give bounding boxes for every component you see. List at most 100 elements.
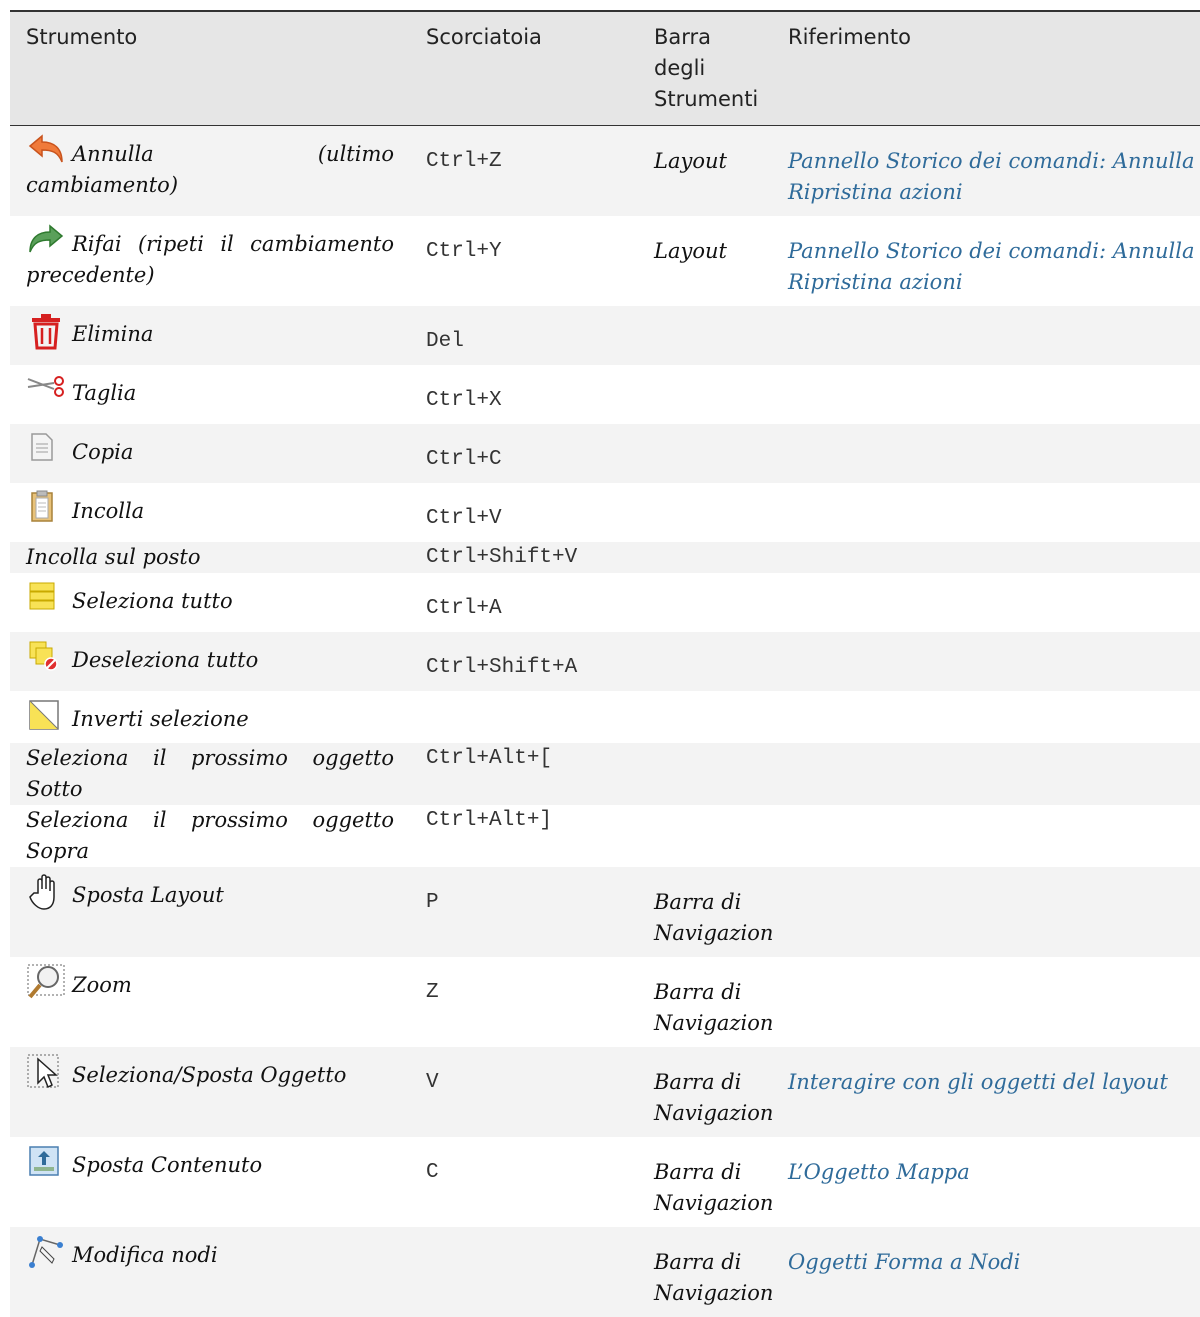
table-row: Seleziona tutto Ctrl+A <box>10 573 1200 632</box>
table-row: Deseleziona tutto Ctrl+Shift+A <box>10 632 1200 691</box>
shortcut-cell: Ctrl+X <box>426 389 502 412</box>
shortcut-cell <box>410 691 638 743</box>
tool-name: Copia <box>72 440 134 464</box>
table-row: Annulla (ultimo cambiamento) Ctrl+Z Layout… <box>10 125 1200 217</box>
reference-link[interactable]: L’Oggetto Mappa <box>788 1160 970 1184</box>
header-reference: Riferimento <box>788 25 911 49</box>
reference-cell <box>772 424 1200 483</box>
shortcut-cell: Ctrl+Z <box>426 150 502 173</box>
shortcut-cell <box>410 1227 638 1317</box>
paste-icon <box>26 489 70 527</box>
table-row: Inverti selezione <box>10 691 1200 743</box>
tool-cell: Seleziona tutto <box>10 573 410 632</box>
tool-cell: Inverti selezione <box>10 691 410 743</box>
toolbar-cell <box>638 632 772 691</box>
tool-name: Seleziona il prossimo oggetto Sopra <box>26 808 394 863</box>
reference-cell <box>772 306 1200 365</box>
select-move-icon <box>26 1053 70 1091</box>
tool-cell: Seleziona il prossimo oggetto Sopra <box>10 805 410 867</box>
shortcuts-table-container: Strumento Scorciatoia Barra degli Strume… <box>10 10 1200 1317</box>
deselect-all-icon <box>26 638 70 676</box>
reference-cell: Oggetti Forma a Nodi <box>772 1227 1200 1317</box>
tool-cell: Deseleziona tutto <box>10 632 410 691</box>
zoom-icon <box>26 963 70 1001</box>
shortcut-cell: Z <box>426 981 439 1004</box>
tool-name: Taglia <box>72 381 137 405</box>
table-row: Seleziona il prossimo oggetto Sopra Ctrl+… <box>10 805 1200 867</box>
table-row: Taglia Ctrl+X <box>10 365 1200 424</box>
tool-name: Modifica nodi <box>72 1243 218 1267</box>
reference-cell <box>772 483 1200 542</box>
toolbar-cell <box>638 573 772 632</box>
reference-cell <box>772 957 1200 1047</box>
toolbar-cell <box>638 743 772 805</box>
invert-selection-icon <box>26 697 70 735</box>
shortcut-cell: Ctrl+A <box>426 597 502 620</box>
tool-name: Seleziona tutto <box>72 589 233 613</box>
table-row: Seleziona/Sposta Oggetto V Barra di Naviga… <box>10 1047 1200 1137</box>
tool-cell: Elimina <box>10 306 410 365</box>
trash-icon <box>26 312 70 350</box>
shortcut-cell: Ctrl+Shift+V <box>426 546 578 569</box>
tool-cell: Modifica nodi <box>10 1227 410 1317</box>
table-row: Copia Ctrl+C <box>10 424 1200 483</box>
reference-link[interactable]: Pannello Storico dei comandi: Annulla e … <box>788 239 1200 294</box>
toolbar-cell <box>638 805 772 867</box>
header-toolbar: Barra degli Strumenti <box>654 25 759 111</box>
reference-cell <box>772 542 1200 573</box>
tool-cell: Copia <box>10 424 410 483</box>
reference-cell <box>772 805 1200 867</box>
toolbar-cell <box>638 542 772 573</box>
shortcuts-table: Strumento Scorciatoia Barra degli Strume… <box>10 10 1200 1317</box>
tool-name: Deseleziona tutto <box>72 648 259 672</box>
tool-name: Incolla <box>72 499 145 523</box>
reference-cell <box>772 365 1200 424</box>
reference-cell <box>772 691 1200 743</box>
shortcut-cell: Ctrl+Shift+A <box>426 656 578 679</box>
tool-cell: Incolla <box>10 483 410 542</box>
reference-cell: Interagire con gli oggetti del layout <box>772 1047 1200 1137</box>
toolbar-cell: Barra di Navigazione <box>654 890 772 945</box>
shortcut-cell: V <box>426 1071 439 1094</box>
table-row: Incolla sul posto Ctrl+Shift+V <box>10 542 1200 573</box>
table-row: Modifica nodi Barra di Navigazione Oggetti… <box>10 1227 1200 1317</box>
shortcut-cell: Ctrl+V <box>426 507 502 530</box>
tool-name: Inverti selezione <box>72 707 249 731</box>
reference-cell <box>772 867 1200 957</box>
reference-link[interactable]: Oggetti Forma a Nodi <box>788 1250 1020 1274</box>
tool-cell: Rifai (ripeti il cambiamento precedente) <box>10 216 410 306</box>
tool-cell: Sposta Contenuto <box>10 1137 410 1227</box>
scissors-icon <box>26 371 70 409</box>
shortcut-cell: Ctrl+Alt+] <box>426 809 553 832</box>
header-tool: Strumento <box>26 25 138 49</box>
tool-cell: Taglia <box>10 365 410 424</box>
tool-cell: Seleziona il prossimo oggetto Sotto <box>10 743 410 805</box>
toolbar-cell: Barra di Navigazione <box>654 1160 772 1215</box>
tool-name: Sposta Layout <box>72 883 224 907</box>
tool-name: Elimina <box>72 322 154 346</box>
tool-cell: Zoom <box>10 957 410 1047</box>
tool-cell: Sposta Layout <box>10 867 410 957</box>
toolbar-cell: Barra di Navigazione <box>654 1250 772 1305</box>
tool-cell: Incolla sul posto <box>10 542 410 573</box>
toolbar-cell <box>638 483 772 542</box>
toolbar-cell <box>638 691 772 743</box>
reference-cell <box>772 632 1200 691</box>
table-row: Sposta Layout P Barra di Navigazione <box>10 867 1200 957</box>
table-row: Zoom Z Barra di Navigazione <box>10 957 1200 1047</box>
reference-cell: Pannello Storico dei comandi: Annulla e … <box>772 126 1200 217</box>
shortcut-cell: C <box>426 1161 439 1184</box>
shortcut-cell: Ctrl+Y <box>426 240 502 263</box>
toolbar-cell <box>638 365 772 424</box>
select-all-icon <box>26 579 70 617</box>
reference-cell: Pannello Storico dei comandi: Annulla e … <box>772 216 1200 306</box>
tool-name: Annulla (ultimo cambiamento) <box>26 142 394 197</box>
reference-link[interactable]: Interagire con gli oggetti del layout <box>788 1070 1168 1094</box>
tool-name: Seleziona il prossimo oggetto Sotto <box>26 746 394 801</box>
table-header-row: Strumento Scorciatoia Barra degli Strume… <box>10 11 1200 126</box>
shortcut-cell: Del <box>426 330 464 353</box>
table-row: Seleziona il prossimo oggetto Sotto Ctrl+… <box>10 743 1200 805</box>
table-row: Incolla Ctrl+V <box>10 483 1200 542</box>
reference-link[interactable]: Pannello Storico dei comandi: Annulla e … <box>788 149 1200 204</box>
pan-hand-icon <box>26 873 70 911</box>
